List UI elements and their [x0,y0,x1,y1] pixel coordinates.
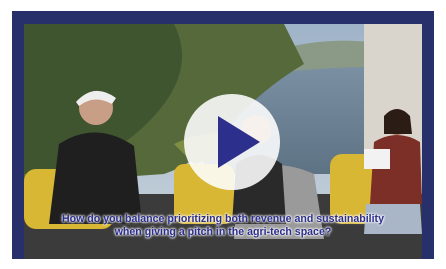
video-player[interactable]: How do you balance prioritizing both rev… [24,24,422,259]
play-icon [218,116,260,168]
video-caption: How do you balance prioritizing both rev… [24,213,422,239]
play-button[interactable] [184,94,280,190]
caption-line-2: when giving a pitch in the agri-tech spa… [114,226,332,238]
caption-line-1: How do you balance prioritizing both rev… [62,213,384,225]
